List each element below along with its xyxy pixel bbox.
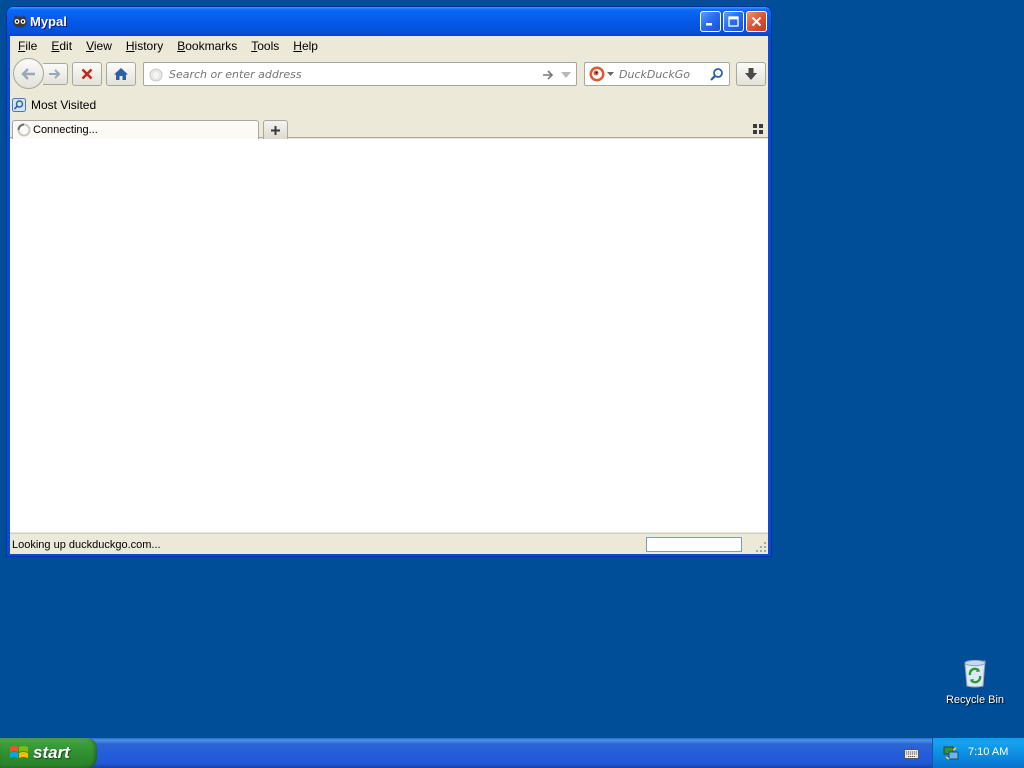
search-bar[interactable] (584, 62, 730, 86)
engine-dropdown-icon[interactable] (607, 71, 614, 77)
bookmark-label: Most Visited (31, 98, 97, 112)
network-icon[interactable] (943, 745, 959, 761)
maximize-button[interactable] (723, 11, 744, 32)
menu-view-label: iew (93, 39, 112, 53)
home-icon (114, 68, 128, 80)
windows-logo-icon (10, 746, 28, 758)
status-bar: Looking up duckduckgo.com... (10, 533, 768, 554)
new-tab-button[interactable] (263, 120, 288, 140)
tab-title: Connecting... (33, 124, 98, 136)
menu-file[interactable]: File (12, 39, 45, 53)
menu-edit[interactable]: Edit (45, 39, 80, 53)
address-bar[interactable] (143, 62, 577, 86)
plus-icon (271, 125, 280, 135)
go-arrow-icon[interactable] (541, 68, 555, 82)
taskbar: start 7:10 AM (0, 738, 1024, 768)
list-all-tabs-icon[interactable] (753, 124, 763, 134)
menu-edit-label: dit (59, 39, 73, 53)
menu-help[interactable]: Help (287, 39, 326, 53)
back-button[interactable] (13, 58, 44, 89)
browser-window[interactable]: Mypal File Edit View History Bookmarks T… (6, 6, 772, 557)
keyboard-language-icon[interactable] (904, 747, 919, 759)
menu-file-label: ile (25, 39, 38, 53)
search-input[interactable] (619, 66, 707, 82)
bookmarks-toolbar: Most Visited (10, 94, 768, 116)
minimize-icon (706, 23, 712, 26)
clock[interactable]: 7:10 AM (968, 746, 1008, 758)
desktop-icon-recycle-bin[interactable]: Recycle Bin (940, 655, 1010, 711)
downloads-button[interactable] (736, 62, 766, 86)
close-button[interactable] (746, 11, 767, 32)
stop-button[interactable] (72, 62, 102, 86)
menu-bookmarks[interactable]: Bookmarks (171, 39, 245, 53)
status-progress-field (646, 537, 742, 552)
window-client-area: File Edit View History Bookmarks Tools H… (10, 36, 768, 554)
history-dropdown-icon[interactable] (559, 68, 573, 82)
bookmark-most-visited[interactable]: Most Visited (12, 97, 96, 113)
start-label: start (33, 743, 70, 762)
minimize-button[interactable] (700, 11, 721, 32)
menu-history-access-key: H (125, 39, 135, 53)
resize-grip-icon[interactable] (756, 542, 767, 553)
menu-help-label: elp (301, 39, 318, 53)
menu-bookmarks-label: ookmarks (185, 39, 238, 53)
start-button[interactable]: start (0, 738, 97, 768)
forward-button[interactable] (43, 63, 68, 85)
window-title: Mypal (30, 14, 67, 29)
close-icon (751, 16, 762, 27)
desktop-icon-label: Recycle Bin (945, 694, 1005, 706)
menu-history-label: istory (134, 39, 164, 53)
tab-strip: Connecting... (10, 117, 768, 140)
title-bar[interactable]: Mypal (7, 7, 771, 36)
tab-connecting[interactable]: Connecting... (12, 120, 259, 139)
loading-throbber-icon (17, 123, 31, 137)
forward-arrow-icon (49, 69, 61, 79)
download-arrow-icon (745, 68, 757, 80)
menu-view-access-key: V (86, 39, 94, 53)
menu-tools-label: ools (257, 39, 280, 53)
navigation-toolbar (10, 57, 768, 91)
page-content-area[interactable] (10, 139, 768, 532)
menu-tools[interactable]: Tools (245, 39, 287, 53)
mypal-app-icon (13, 15, 27, 28)
back-arrow-icon (20, 67, 35, 80)
menu-view[interactable]: View (80, 39, 120, 53)
home-button[interactable] (106, 62, 136, 86)
stop-x-icon (81, 68, 93, 80)
search-icon[interactable] (709, 67, 724, 82)
menu-help-access-key: H (293, 39, 302, 53)
most-visited-icon (12, 98, 26, 112)
status-text: Looking up duckduckgo.com... (12, 539, 161, 551)
duckduckgo-icon[interactable] (589, 66, 605, 82)
recycle-bin-icon (964, 659, 986, 688)
menu-bar: File Edit View History Bookmarks Tools H… (10, 36, 768, 56)
maximize-icon (728, 16, 739, 27)
menu-history[interactable]: History (120, 39, 171, 53)
system-tray: 7:10 AM (932, 738, 1024, 768)
site-identity-icon[interactable] (149, 68, 163, 82)
address-input[interactable] (169, 66, 529, 82)
